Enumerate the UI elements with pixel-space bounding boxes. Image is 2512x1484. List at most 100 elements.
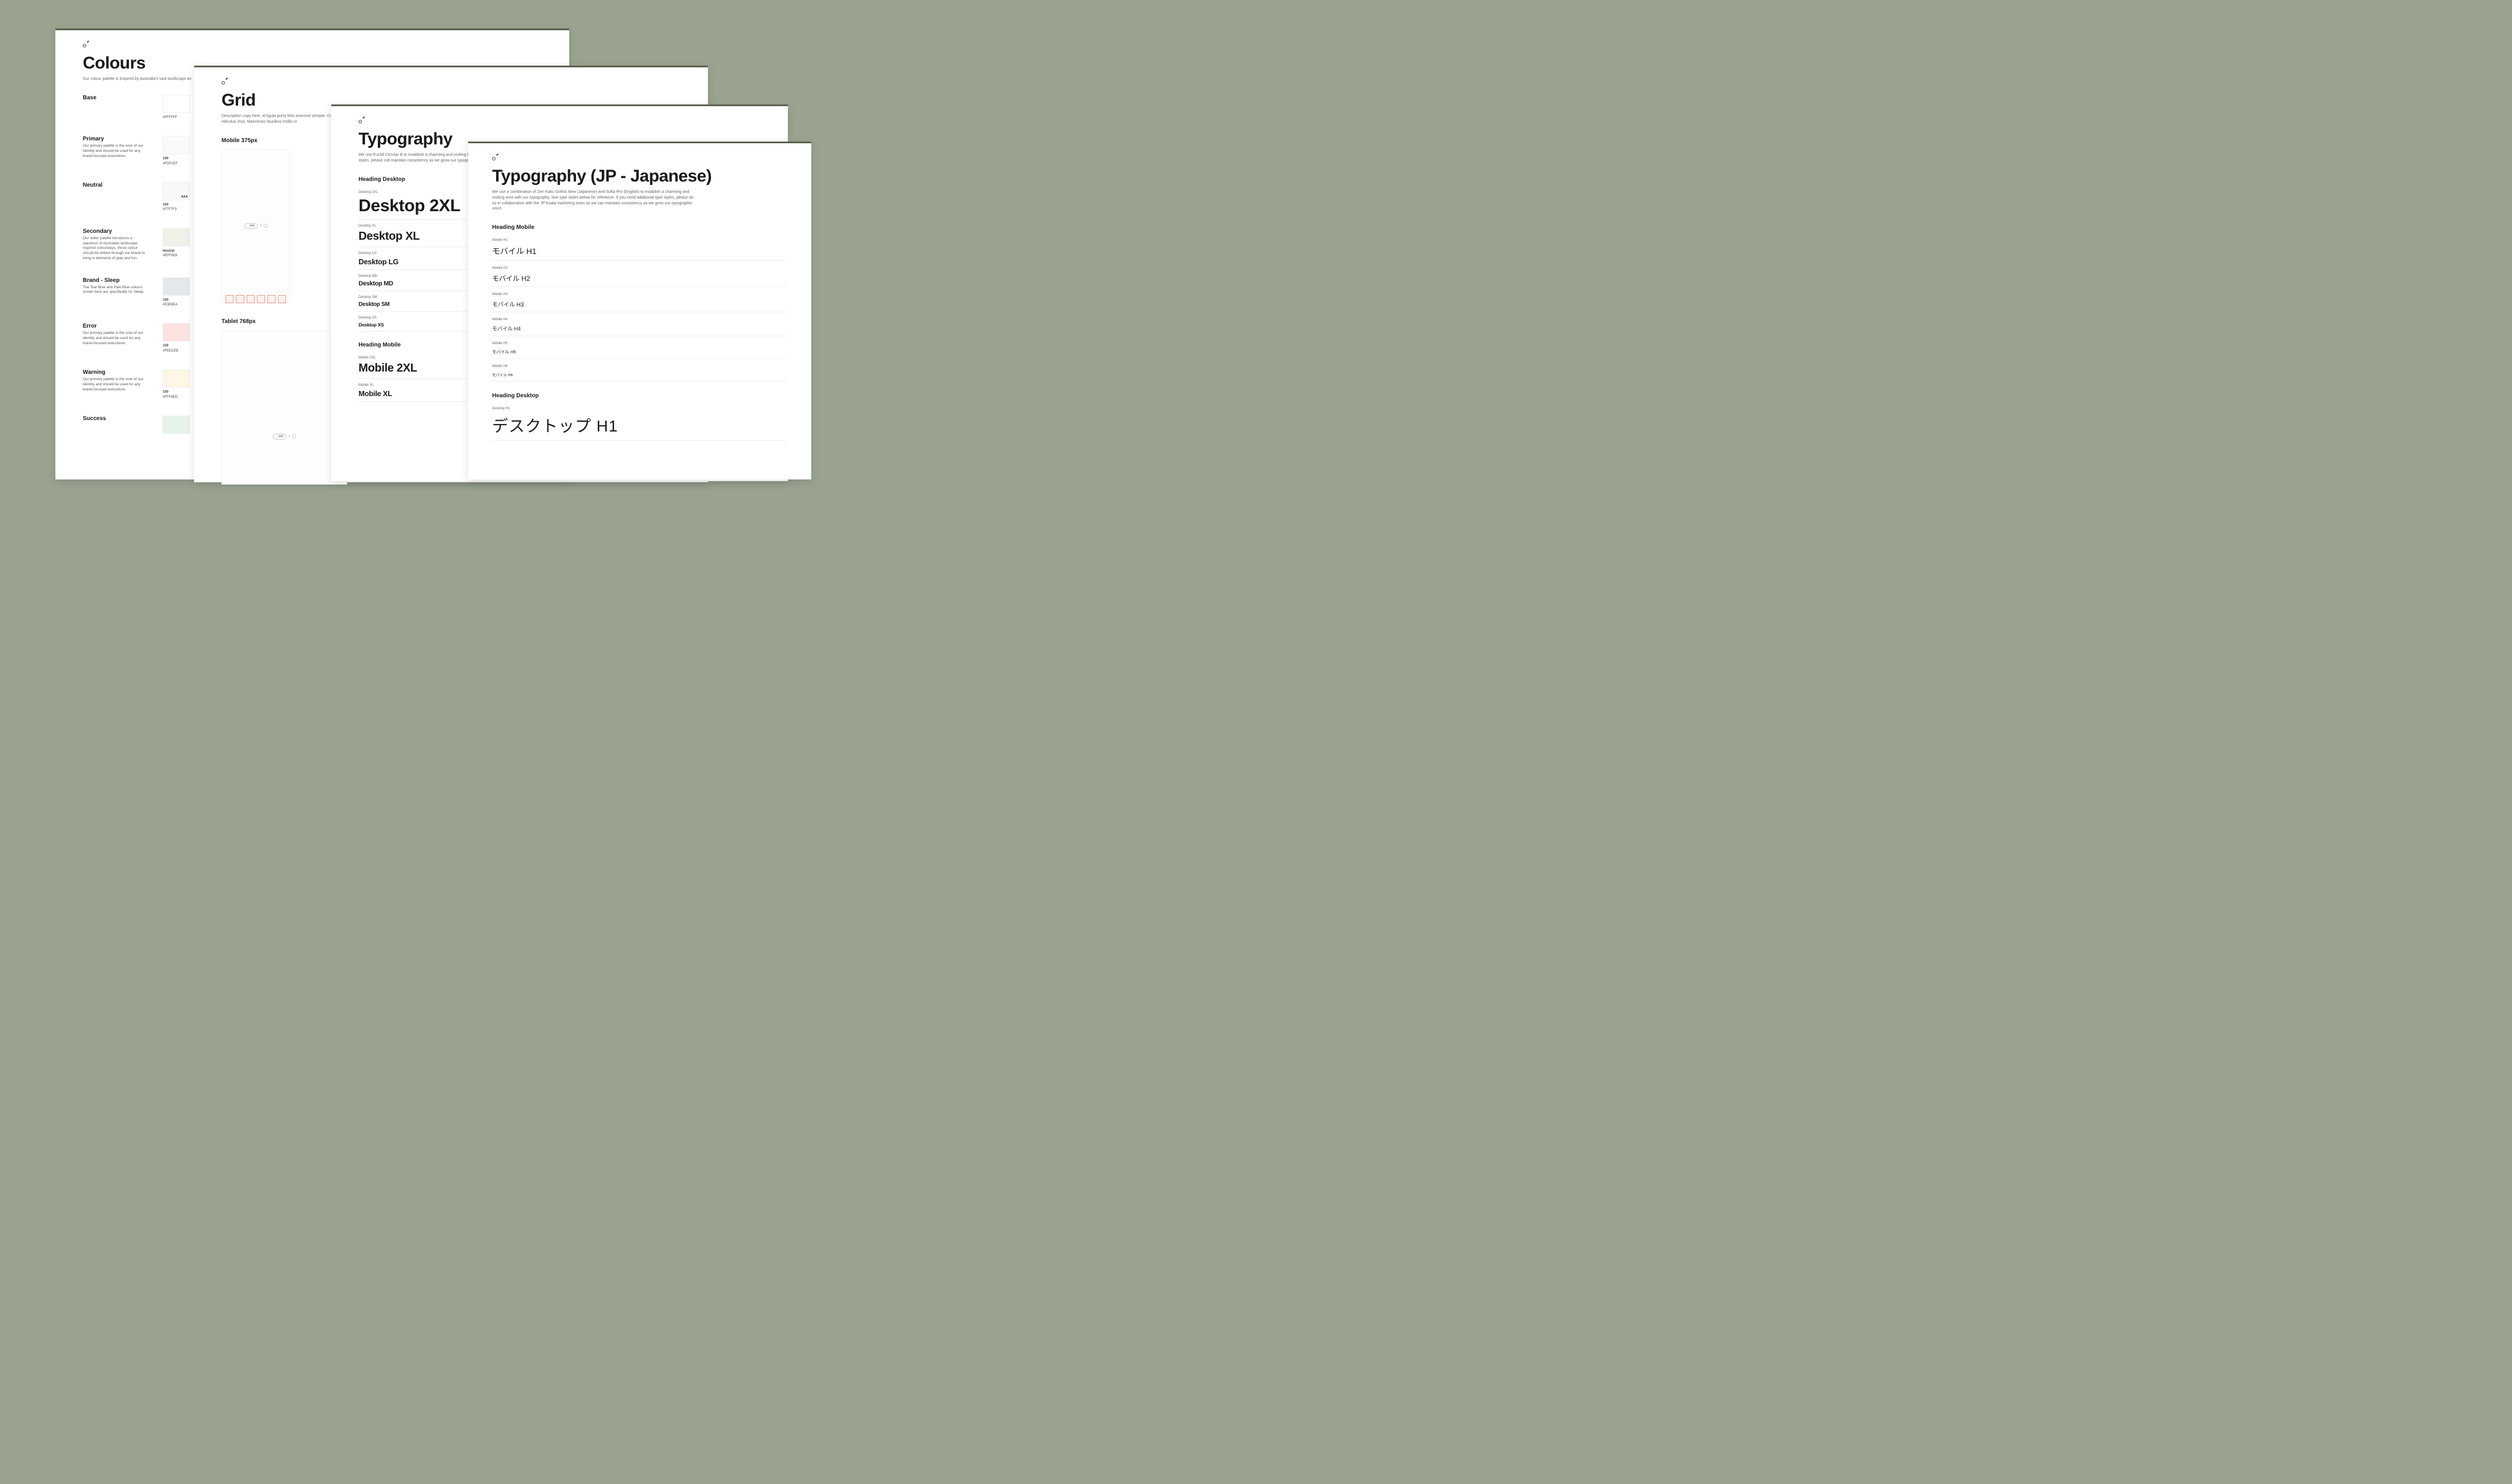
colour-meta: 100 #FDF1EF — [163, 156, 190, 166]
type-sample: モバイル H5 — [492, 349, 787, 355]
hint-dot-icon — [292, 434, 296, 438]
colour-swatch-wrap: 100 #E3E8EA — [163, 277, 190, 308]
colour-hex: #FFF8ED — [163, 395, 190, 400]
colour-name: Warning — [83, 369, 163, 376]
colour-hex: #F7F7F3 — [163, 207, 190, 212]
grid-column — [247, 295, 255, 303]
colour-swatch-wrap: 100 #FDF1EF — [163, 136, 190, 166]
colour-swatch: AAA — [163, 182, 190, 200]
colour-swatch — [163, 136, 190, 154]
type-row: Mobile H3 モバイル H3 — [492, 293, 787, 312]
grid-column — [267, 295, 275, 303]
colour-hex: #FFFFFF — [163, 115, 190, 120]
colour-name: Neutral — [83, 182, 163, 188]
grid-column — [236, 295, 244, 303]
type-row: Mobile H1 モバイル H1 — [492, 239, 787, 261]
section-heading: Heading Desktop — [492, 393, 787, 399]
colour-name: Base — [83, 95, 163, 101]
type-sample: モバイル H2 — [492, 273, 787, 283]
colour-name: Success — [83, 416, 163, 422]
colour-label: Brand - Sleep The Teal Blue and Pale Blu… — [83, 277, 163, 308]
colour-swatch-wrap: #FFFFFF — [163, 95, 190, 120]
logo-icon — [492, 154, 498, 161]
colour-hex: #EFF0E8 — [163, 253, 190, 258]
colour-shade: 100 — [163, 203, 190, 207]
colour-desc: The Teal Blue and Pale Blue colours show… — [83, 285, 147, 296]
colour-label: Success — [83, 416, 163, 436]
colour-label: Error Our primary palette is the core of… — [83, 323, 163, 353]
logo-icon — [83, 41, 89, 48]
type-sample: モバイル H1 — [492, 245, 787, 257]
page-title: Typography (JP - Japanese) — [492, 167, 787, 186]
colour-meta: 100 #F7F7F3 — [163, 203, 190, 212]
type-sample: モバイル H4 — [492, 325, 787, 332]
colour-meta: #FFFFFF — [163, 115, 190, 120]
contrast-badge: AAA — [181, 195, 188, 199]
panel-typography-jp: Typography (JP - Japanese) We use a comb… — [468, 142, 811, 479]
colour-swatch — [163, 323, 190, 341]
section-heading: Heading Mobile — [492, 224, 787, 231]
colour-name: Primary — [83, 136, 163, 142]
colour-swatch — [163, 228, 190, 247]
page-description: We use a combination of Zen Kaku Gothic … — [492, 189, 698, 212]
colour-name: Secondary — [83, 228, 163, 235]
colour-name: Brand - Sleep — [83, 277, 163, 284]
hint-pill: ↑ 344 — [273, 434, 287, 439]
type-caption: Mobile H6 — [492, 365, 787, 368]
colour-shade: 100 — [163, 156, 190, 161]
colour-label: Primary Our primary palette is the core … — [83, 136, 163, 166]
hint-dot-icon — [263, 224, 267, 228]
colour-desc: Our primary palette is the core of our i… — [83, 377, 147, 392]
hint-pill: ↑ 344 — [244, 223, 258, 229]
colour-swatch — [163, 369, 190, 388]
grid-column — [257, 295, 265, 303]
colour-swatch-wrap: 100 #FFF8ED — [163, 369, 190, 400]
type-caption: Mobile H5 — [492, 342, 787, 345]
colour-label: Neutral — [83, 182, 163, 212]
logo-icon — [359, 116, 365, 124]
colour-shade: 100 — [163, 344, 190, 348]
colour-shade: Neutral — [163, 249, 190, 253]
colour-meta: Neutral #EFF0E8 — [163, 249, 190, 259]
grid-hint: ↑ 344 + — [273, 434, 296, 439]
type-row: Mobile H4 モバイル H4 — [492, 318, 787, 336]
colour-name: Error — [83, 323, 163, 329]
type-caption: Desktop H1 — [492, 407, 787, 410]
type-caption: Mobile H4 — [492, 318, 787, 321]
type-row: Mobile H5 モバイル H5 — [492, 342, 787, 359]
type-row: Mobile H6 モバイル H6 — [492, 365, 787, 381]
type-sample: モバイル H6 — [492, 372, 787, 377]
colour-meta: 100 #FEECEB — [163, 344, 190, 353]
type-caption: Mobile H3 — [492, 293, 787, 296]
colour-desc: Our primary palette is the core of our i… — [83, 331, 147, 346]
colour-meta: 100 #FFF8ED — [163, 390, 190, 400]
grid-mockup-tablet: ↑ 344 + — [222, 330, 347, 485]
type-sample: モバイル H3 — [492, 300, 787, 308]
colour-hex: #E3E8EA — [163, 303, 190, 307]
colour-label: Warning Our primary palette is the core … — [83, 369, 163, 400]
colour-swatch — [163, 277, 190, 296]
colour-meta: 100 #E3E8EA — [163, 298, 190, 308]
colour-desc: Our primary palette is the core of our i… — [83, 144, 147, 159]
colour-hex: #FDF1EF — [163, 162, 190, 166]
plus-icon: + — [288, 435, 291, 438]
colour-swatch — [163, 416, 190, 434]
type-caption: Mobile H1 — [492, 239, 787, 242]
colour-shade: 100 — [163, 298, 190, 303]
type-sample: デスクトップ H1 — [492, 414, 787, 437]
logo-icon — [222, 78, 228, 85]
grid-hint: ↑ 344 + — [244, 223, 268, 229]
colour-label: Secondary Our wider palette introduces a… — [83, 228, 163, 261]
colour-hex: #FEECEB — [163, 349, 190, 353]
grid-column — [278, 295, 286, 303]
plus-icon: + — [260, 224, 262, 228]
colour-desc: Our wider palette introduces a spectrum … — [83, 236, 147, 261]
colour-label: Base — [83, 95, 163, 120]
colour-swatch-wrap: 100 #FEECEB — [163, 323, 190, 353]
colour-shade: 100 — [163, 390, 190, 394]
colour-swatch-wrap — [163, 416, 190, 436]
colour-swatch — [163, 95, 190, 113]
grid-mockup-mobile: ↑ 344 + — [222, 150, 290, 304]
type-row: Mobile H2 モバイル H2 — [492, 267, 787, 287]
type-caption: Mobile H2 — [492, 267, 787, 270]
